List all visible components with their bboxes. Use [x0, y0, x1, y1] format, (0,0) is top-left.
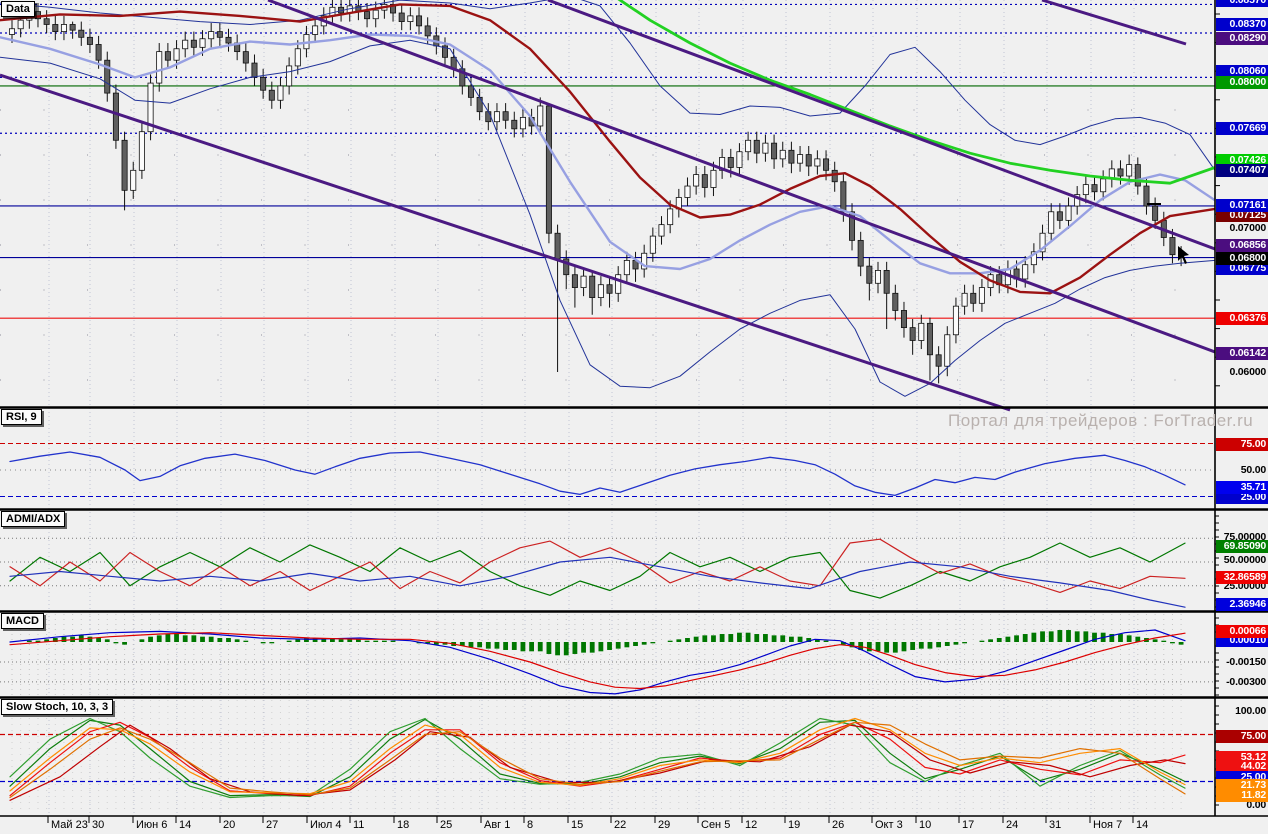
date-label: Ноя 7 — [1093, 819, 1123, 831]
date-label: 22 — [614, 819, 627, 831]
adx-axis-label: 2.36946 — [1216, 598, 1268, 611]
date-label: Май 23 — [51, 819, 88, 831]
chart-window: Data RSI, 9 ADMI/ADX MACD Slow Stoch, 10… — [0, 0, 1268, 834]
price-axis-label: 0.06856 — [1216, 239, 1268, 252]
date-label: 18 — [397, 819, 410, 831]
macd-axis-label: 0.00066 — [1216, 625, 1268, 638]
date-label: 8 — [527, 819, 534, 831]
macd-axis-label: -0.00150 — [1226, 656, 1266, 668]
date-label: Июл 4 — [310, 819, 342, 831]
date-label: 30 — [92, 819, 105, 831]
panel-title-macd[interactable]: MACD — [1, 613, 44, 629]
watermark: Портал для трейдеров : ForTrader.ru — [948, 411, 1254, 430]
panel-title-rsi[interactable]: RSI, 9 — [1, 409, 42, 425]
date-label: 19 — [788, 819, 801, 831]
price-axis-label: 0.08290 — [1216, 32, 1268, 45]
date-label: 20 — [223, 819, 236, 831]
date-label: Июн 6 — [136, 819, 168, 831]
adx-axis-label: 50.00000 — [1223, 554, 1266, 566]
date-label: 14 — [179, 819, 192, 831]
date-label: Сен 5 — [701, 819, 731, 831]
price-axis-label: 0.07407 — [1216, 164, 1268, 177]
date-label: 11 — [353, 819, 365, 831]
date-label: 15 — [571, 819, 584, 831]
price-axis-label: 0.07000 — [1229, 222, 1266, 234]
rsi-axis-label: 50.00 — [1240, 464, 1266, 476]
price-axis-label: 0.07669 — [1216, 122, 1268, 135]
date-label: 26 — [832, 819, 845, 831]
date-label: 12 — [745, 819, 758, 831]
price-axis-label: 0.06376 — [1216, 312, 1268, 325]
stoch-axis-label: 11.82 — [1216, 789, 1268, 802]
price-axis-label: 0.06000 — [1229, 366, 1266, 378]
price-axis-label: 0.08370 — [1216, 18, 1268, 31]
price-axis-label: 0.08000 — [1216, 76, 1268, 89]
date-label: 27 — [266, 819, 279, 831]
panel-title-data[interactable]: Data — [1, 1, 35, 17]
panel-title-adx[interactable]: ADMI/ADX — [1, 511, 66, 527]
date-label: 17 — [962, 819, 975, 831]
adx-axis-label: 32.86589 — [1216, 571, 1268, 584]
panel-title-stoch[interactable]: Slow Stoch, 10, 3, 3 — [1, 699, 114, 715]
rsi-axis-label: 75.00 — [1216, 438, 1268, 451]
date-label: Авг 1 — [484, 819, 511, 831]
price-axis-label: 0.06142 — [1216, 347, 1268, 360]
price-axis-label: 0.07161 — [1216, 199, 1268, 212]
date-label: 31 — [1049, 819, 1062, 831]
date-label: 24 — [1006, 819, 1019, 831]
rsi-axis-label: 35.71 — [1216, 481, 1268, 494]
stoch-axis-label: 75.00 — [1216, 730, 1268, 743]
date-label: Окт 3 — [875, 819, 903, 831]
date-label: 25 — [440, 819, 453, 831]
date-label: 29 — [658, 819, 671, 831]
price-axis-label: 0.08570 — [1216, 0, 1268, 7]
stoch-axis-label: 100.00 — [1235, 705, 1266, 717]
price-axis-label: 0.06800 — [1216, 252, 1268, 265]
date-label: 14 — [1136, 819, 1149, 831]
date-label: 10 — [919, 819, 932, 831]
adx-axis-label: 69.85090 — [1216, 540, 1268, 553]
macd-axis-label: -0.00300 — [1226, 676, 1266, 688]
